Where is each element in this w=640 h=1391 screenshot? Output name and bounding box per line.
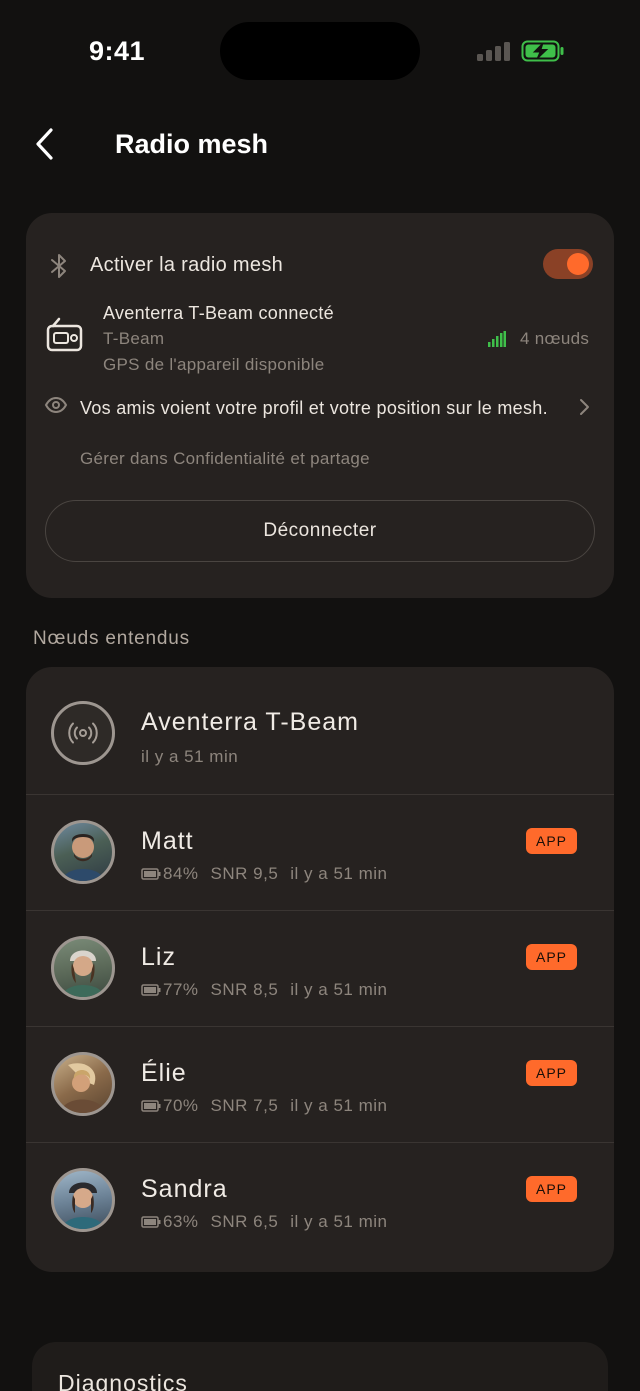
node-meta: 77% SNR 8,5 il y a 51 min: [141, 980, 387, 1000]
battery-icon: [141, 984, 161, 996]
radio-avatar: [51, 701, 115, 765]
app-badge: APP: [526, 828, 577, 854]
chevron-right-icon: [580, 399, 589, 415]
status-bar: 9:41: [0, 0, 640, 100]
node-name: Sandra: [141, 1175, 228, 1203]
privacy-row[interactable]: Vos amis voient votre profil et votre po…: [26, 393, 614, 473]
bluetooth-icon: [51, 254, 66, 278]
radio-device-icon: [46, 317, 83, 352]
avatar-photo: [62, 1182, 104, 1229]
device-gps-status: GPS de l'appareil disponible: [103, 355, 325, 374]
node-time: il y a 51 min: [290, 1096, 388, 1115]
eye-icon: [44, 396, 68, 414]
node-battery: 84%: [163, 864, 199, 883]
battery-icon: [141, 1216, 161, 1228]
page-title: Radio mesh: [115, 129, 269, 159]
node-name: Liz: [141, 943, 176, 971]
node-meta: 84% SNR 9,5 il y a 51 min: [141, 864, 387, 884]
avatar-photo: [60, 1063, 106, 1113]
avatar: [51, 820, 115, 884]
avatar-photo: [62, 834, 104, 881]
node-name: Matt: [141, 827, 194, 855]
node-count: 4 nœuds: [520, 329, 590, 348]
list-item-node-elie[interactable]: Élie 70% SNR 7,5 il y a 51 min APP: [26, 1027, 614, 1143]
list-item-node-sandra[interactable]: Sandra 63% SNR 6,5 il y a 51 min APP: [26, 1143, 614, 1259]
avatar: [51, 936, 115, 1000]
node-name: Élie: [141, 1059, 187, 1087]
disconnect-button[interactable]: Déconnecter: [45, 500, 595, 562]
status-time: 9:41: [89, 36, 146, 66]
node-time: il y a 51 min: [290, 864, 388, 883]
back-chevron-icon[interactable]: [28, 126, 64, 162]
node-snr: SNR 7,5: [210, 1096, 279, 1115]
node-meta: 63% SNR 6,5 il y a 51 min: [141, 1212, 387, 1232]
avatar: [51, 1052, 115, 1116]
battery-icon: [141, 1100, 161, 1112]
avatar-photo: [62, 950, 104, 997]
connected-device-row: Aventerra T-Beam connecté T-Beam GPS de …: [26, 301, 614, 374]
nodes-list-card: Aventerra T-Beam il y a 51 min Matt 84% …: [26, 667, 614, 1272]
node-snr: SNR 9,5: [210, 864, 279, 883]
node-name: Aventerra T-Beam: [141, 708, 359, 736]
dynamic-island: [220, 22, 420, 80]
nav-header: Radio mesh: [0, 110, 640, 180]
list-item-node-matt[interactable]: Matt 84% SNR 9,5 il y a 51 min APP: [26, 795, 614, 911]
node-snr: SNR 6,5: [210, 1212, 279, 1231]
node-time: il y a 51 min: [290, 1212, 388, 1231]
app-badge: APP: [526, 1060, 577, 1086]
mesh-toggle-label: Activer la radio mesh: [90, 254, 284, 276]
node-battery: 70%: [163, 1096, 199, 1115]
diagnostics-title: Diagnostics: [58, 1370, 188, 1391]
battery-charging-icon: [521, 40, 564, 62]
cellular-signal-icon: [477, 42, 510, 61]
broadcast-icon: [68, 722, 98, 744]
node-battery: 77%: [163, 980, 199, 999]
mesh-radio-card: Activer la radio mesh Aventerra T-Beam c…: [26, 213, 614, 598]
app-badge: APP: [526, 1176, 577, 1202]
node-snr: SNR 8,5: [210, 980, 279, 999]
diagnostics-card[interactable]: Diagnostics: [32, 1342, 608, 1391]
privacy-text: Vos amis voient votre profil et votre po…: [80, 398, 548, 418]
device-model: T-Beam: [103, 329, 165, 348]
list-item-node-liz[interactable]: Liz 77% SNR 8,5 il y a 51 min APP: [26, 911, 614, 1027]
avatar: [51, 1168, 115, 1232]
battery-icon: [141, 868, 161, 880]
device-name: Aventerra T-Beam connecté: [103, 303, 334, 323]
toggle-knob: [567, 253, 589, 275]
node-battery: 63%: [163, 1212, 199, 1231]
privacy-manage-link: Gérer dans Confidentialité et partage: [80, 449, 370, 468]
mesh-toggle-row: Activer la radio mesh: [26, 248, 614, 282]
section-title-nodes: Nœuds entendus: [33, 628, 190, 649]
node-time: il y a 51 min: [290, 980, 388, 999]
list-item-self-node[interactable]: Aventerra T-Beam il y a 51 min: [26, 667, 614, 795]
app-badge: APP: [526, 944, 577, 970]
mesh-toggle-switch[interactable]: [543, 249, 593, 279]
signal-strength-icon: [488, 331, 506, 347]
node-time: il y a 51 min: [141, 747, 239, 766]
node-meta: 70% SNR 7,5 il y a 51 min: [141, 1096, 387, 1116]
